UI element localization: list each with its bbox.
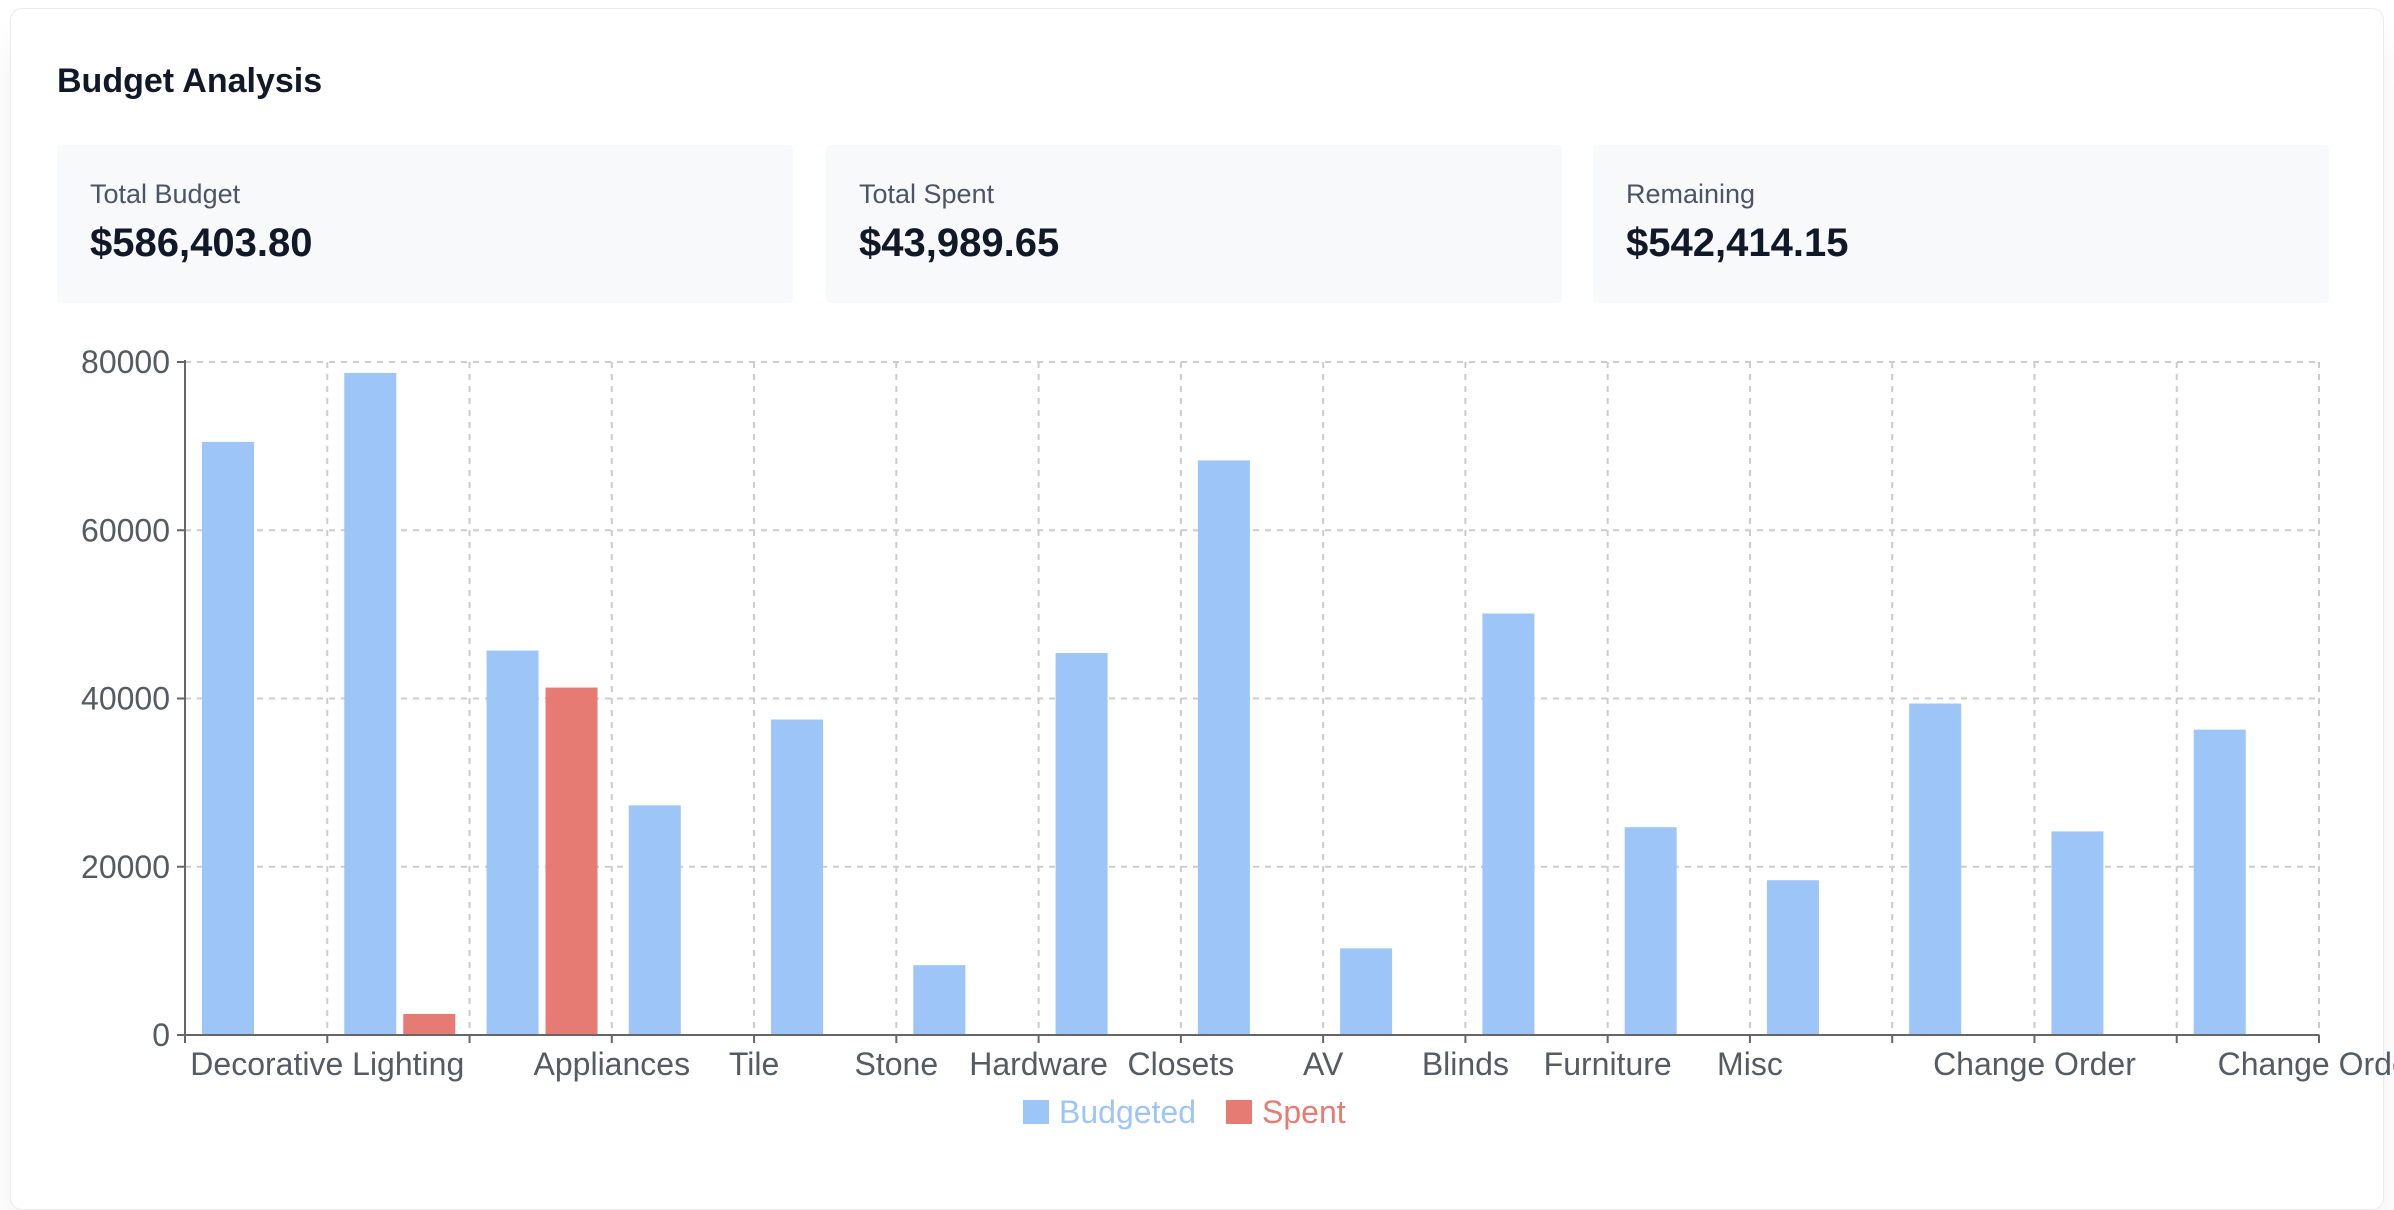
bar-budgeted [202,441,254,1035]
x-tick-label: Furniture [1544,1046,1672,1082]
bar-budgeted [1482,613,1535,1035]
y-tick-label: 60000 [81,512,170,548]
legend-label-budgeted: Budgeted [1059,1094,1196,1130]
x-tick-label: Closets [1128,1046,1235,1082]
bar-budgeted [344,372,397,1035]
x-tick-label: Change Order [1933,1046,2136,1082]
x-tick-label: Tile [729,1046,779,1082]
bar-budgeted [1055,653,1108,1035]
bar-budgeted [1340,948,1393,1035]
x-tick-label: Decorative Lighting [190,1046,464,1082]
bar-spent [545,687,598,1035]
legend-swatch-spent [1226,1100,1252,1124]
y-tick-label: 40000 [81,681,170,717]
y-tick-label: 20000 [81,849,170,885]
x-tick-label: Appliances [534,1046,691,1082]
x-tick-label: Blinds [1422,1046,1509,1082]
bar-budgeted [2193,729,2246,1035]
x-tick-label: Hardware [969,1046,1108,1082]
bar-budgeted [913,965,966,1035]
bar-budgeted [486,650,539,1035]
bar-budgeted [628,805,681,1035]
bar-budgeted [2051,831,2104,1035]
bar-budgeted [1197,460,1250,1035]
bar-budgeted [1766,880,1819,1035]
bar-spent [403,1013,456,1035]
legend-label-spent: Spent [1262,1094,1346,1130]
y-tick-label: 80000 [81,344,170,380]
budget-bar-chart: 0 20000 40000 60000 80000 Decorative Lighting… [81,344,2394,1130]
x-tick-label: Change Order [2218,1046,2394,1082]
y-tick-label: 0 [152,1017,170,1053]
x-tick-label: AV [1303,1046,1344,1082]
bar-budgeted [771,719,824,1035]
bar-budgeted [1909,703,1962,1035]
x-tick-label: Stone [855,1046,939,1082]
bar-budgeted [1624,827,1677,1035]
legend-swatch-budgeted [1023,1100,1049,1124]
x-tick-label: Misc [1717,1046,1783,1082]
